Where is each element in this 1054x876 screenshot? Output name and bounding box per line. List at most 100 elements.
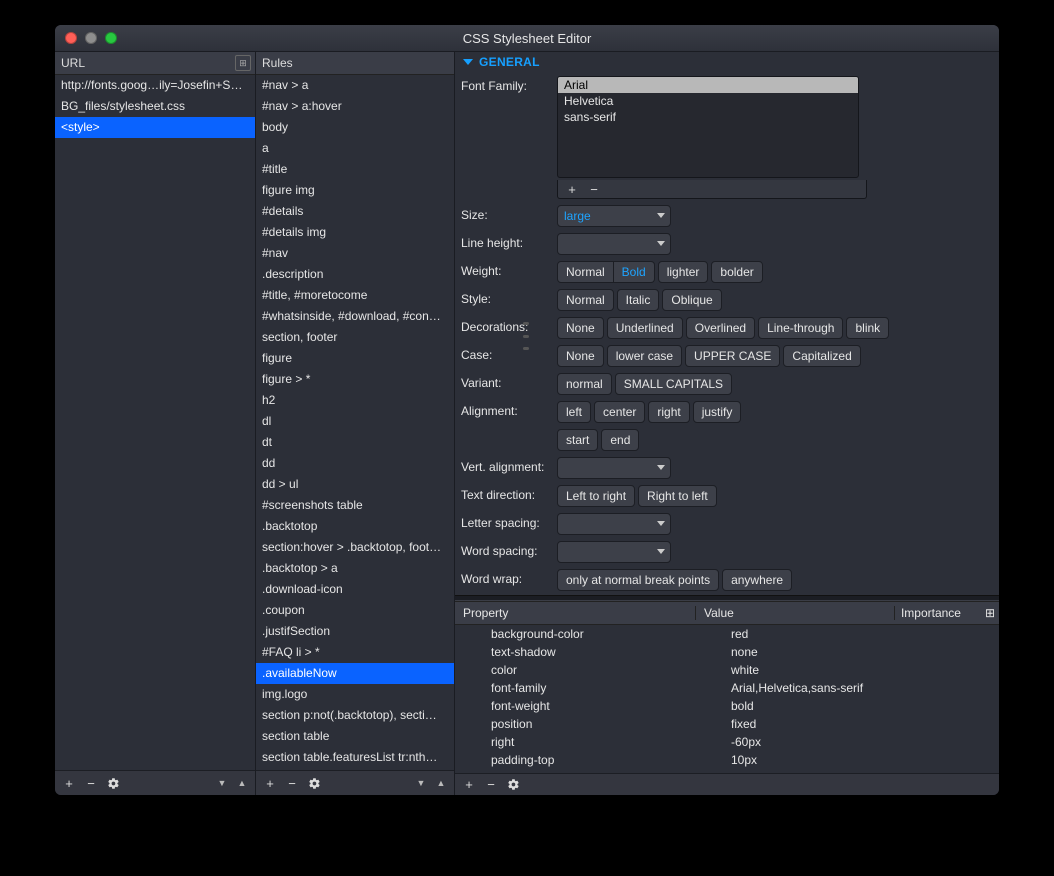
add-button[interactable]: +	[562, 181, 582, 197]
rules-list-item[interactable]: #nav > a	[256, 75, 454, 96]
segment-option[interactable]: only at normal break points	[557, 569, 719, 591]
rules-list-item[interactable]: .download-icon	[256, 579, 454, 600]
rules-list-item[interactable]: #nav > a:hover	[256, 96, 454, 117]
letter-spacing-combo[interactable]	[557, 513, 671, 535]
col-property[interactable]: Property	[455, 606, 696, 620]
gear-icon[interactable]	[103, 774, 123, 792]
add-button[interactable]: +	[459, 775, 479, 793]
rules-list-item[interactable]: #nav	[256, 243, 454, 264]
rules-list-item[interactable]: dd	[256, 453, 454, 474]
segment-option[interactable]: bolder	[711, 261, 762, 283]
move-down-icon[interactable]: ▼	[213, 774, 231, 792]
size-combo[interactable]: large	[557, 205, 671, 227]
rules-list-item[interactable]: section table	[256, 726, 454, 747]
rules-list-item[interactable]: dl	[256, 411, 454, 432]
property-row[interactable]: font-weightbold	[455, 697, 999, 715]
move-up-icon[interactable]: ▲	[432, 774, 450, 792]
rules-list-item[interactable]: .description	[256, 264, 454, 285]
rules-list-item[interactable]: #screenshots table	[256, 495, 454, 516]
segment-option[interactable]: Bold	[614, 261, 655, 283]
segment-option[interactable]: Left to right	[557, 485, 635, 507]
add-button[interactable]: +	[260, 774, 280, 792]
property-table-body[interactable]: background-colorredtext-shadownonecolorw…	[455, 625, 999, 773]
rules-list-item[interactable]: #title, #moretocome	[256, 285, 454, 306]
rules-list-item[interactable]: a	[256, 138, 454, 159]
rules-list-item[interactable]: img.logo	[256, 684, 454, 705]
line-height-combo[interactable]	[557, 233, 671, 255]
property-row[interactable]: right-60px	[455, 733, 999, 751]
segment-option[interactable]: Right to left	[638, 485, 717, 507]
segment-option[interactable]: normal	[557, 373, 612, 395]
rules-list-item[interactable]: section p:not(.backtotop), secti…	[256, 705, 454, 726]
rules-list-item[interactable]: #FAQ li > *	[256, 642, 454, 663]
col-importance[interactable]: Importance	[895, 606, 981, 620]
rules-list-item[interactable]: figure > *	[256, 369, 454, 390]
segment-option[interactable]: Oblique	[662, 289, 721, 311]
segment-option[interactable]: justify	[693, 401, 742, 423]
rules-list-item[interactable]: h2	[256, 390, 454, 411]
rules-list-item[interactable]: section:hover > .backtotop, foot…	[256, 537, 454, 558]
segment-option[interactable]: start	[557, 429, 598, 451]
property-row[interactable]: padding-top10px	[455, 751, 999, 769]
font-family-option[interactable]: sans-serif	[558, 109, 858, 125]
section-header-general[interactable]: GENERAL	[455, 52, 999, 72]
rules-list-item[interactable]: dt	[256, 432, 454, 453]
disclosure-triangle-icon[interactable]	[463, 59, 473, 65]
property-row[interactable]: colorwhite	[455, 661, 999, 679]
segment-option[interactable]: None	[557, 345, 604, 367]
font-family-listbox[interactable]: ArialHelveticasans-serif	[557, 76, 859, 178]
property-row[interactable]: font-familyArial,Helvetica,sans-serif	[455, 679, 999, 697]
segment-option[interactable]: lower case	[607, 345, 682, 367]
segment-option[interactable]: UPPER CASE	[685, 345, 780, 367]
rules-list-item[interactable]: section, footer	[256, 327, 454, 348]
segment-option[interactable]: Overlined	[686, 317, 755, 339]
segment-option[interactable]: end	[601, 429, 639, 451]
segment-option[interactable]: Normal	[557, 289, 614, 311]
columns-icon[interactable]: ⊞	[985, 606, 995, 620]
rules-list-item[interactable]: .backtotop	[256, 516, 454, 537]
rules-list-item[interactable]: .justifSection	[256, 621, 454, 642]
rules-list-item[interactable]: #title	[256, 159, 454, 180]
property-row[interactable]: background-colorred	[455, 625, 999, 643]
move-down-icon[interactable]: ▼	[412, 774, 430, 792]
rules-list-item[interactable]: #whatsinside, #download, #con…	[256, 306, 454, 327]
font-family-option[interactable]: Helvetica	[558, 93, 858, 109]
segment-option[interactable]: blink	[846, 317, 889, 339]
segment-option[interactable]: SMALL CAPITALS	[615, 373, 732, 395]
url-list[interactable]: http://fonts.goog…ily=Josefin+SansBG_fil…	[55, 75, 255, 770]
segment-option[interactable]: anywhere	[722, 569, 792, 591]
rules-list-item[interactable]: dd > ul	[256, 474, 454, 495]
move-up-icon[interactable]: ▲	[233, 774, 251, 792]
font-family-option[interactable]: Arial	[558, 77, 858, 93]
property-row[interactable]: text-shadownone	[455, 643, 999, 661]
segment-option[interactable]: Capitalized	[783, 345, 860, 367]
rules-list-item[interactable]: .coupon	[256, 600, 454, 621]
rules-list-item[interactable]: #details img	[256, 222, 454, 243]
segment-option[interactable]: right	[648, 401, 689, 423]
remove-button[interactable]: −	[584, 181, 604, 197]
valign-combo[interactable]	[557, 457, 671, 479]
rules-list-item[interactable]: #details	[256, 201, 454, 222]
splitter-handle-icon[interactable]	[523, 322, 529, 350]
col-value[interactable]: Value	[696, 606, 895, 620]
segment-option[interactable]: Underlined	[607, 317, 683, 339]
columns-icon[interactable]: ⊞	[235, 55, 251, 71]
property-row[interactable]: positionfixed	[455, 715, 999, 733]
segment-option[interactable]: Line-through	[758, 317, 843, 339]
add-button[interactable]: +	[59, 774, 79, 792]
segment-option[interactable]: Italic	[617, 289, 660, 311]
word-spacing-combo[interactable]	[557, 541, 671, 563]
remove-button[interactable]: −	[282, 774, 302, 792]
segment-option[interactable]: None	[557, 317, 604, 339]
url-list-item[interactable]: http://fonts.goog…ily=Josefin+Sans	[55, 75, 255, 96]
rules-list-item[interactable]: section table.featuresList tr:nth…	[256, 747, 454, 768]
url-list-item[interactable]: <style>	[55, 117, 255, 138]
remove-button[interactable]: −	[81, 774, 101, 792]
url-list-item[interactable]: BG_files/stylesheet.css	[55, 96, 255, 117]
gear-icon[interactable]	[503, 775, 523, 793]
segment-option[interactable]: left	[557, 401, 591, 423]
rules-list-item[interactable]: body	[256, 117, 454, 138]
remove-button[interactable]: −	[481, 775, 501, 793]
segment-option[interactable]: lighter	[658, 261, 709, 283]
rules-list-item[interactable]: .availableNow	[256, 663, 454, 684]
